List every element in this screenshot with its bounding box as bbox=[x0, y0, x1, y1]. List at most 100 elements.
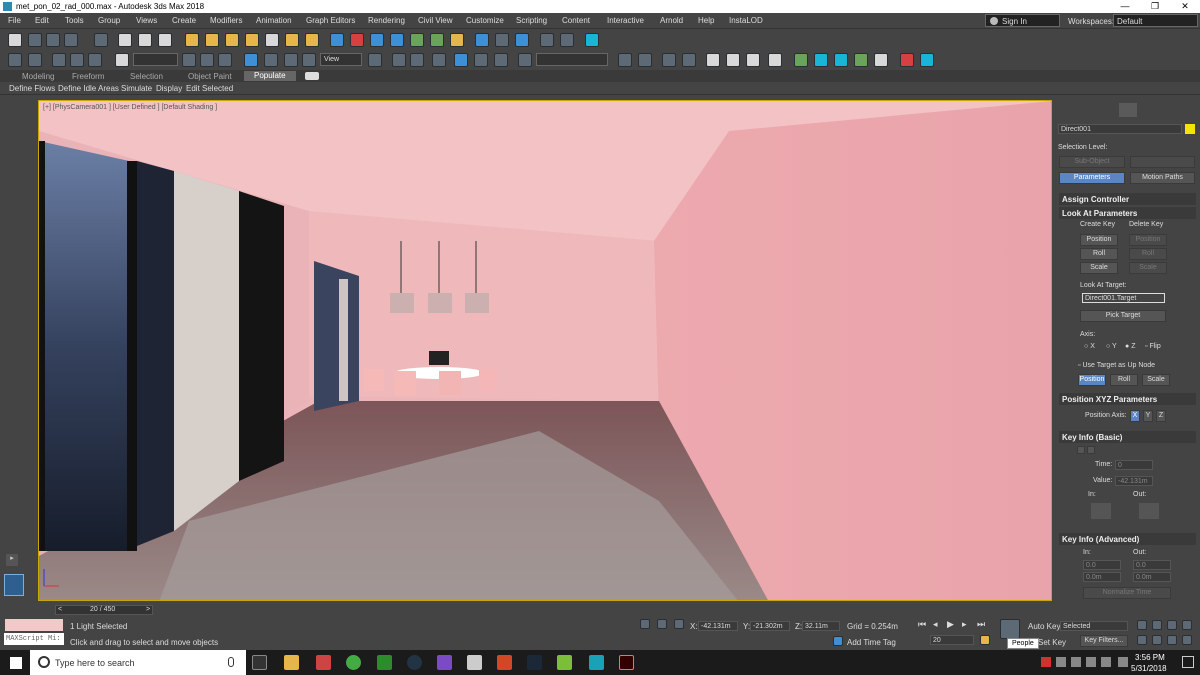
tray-icon-1[interactable] bbox=[1041, 657, 1051, 667]
render-setup-icon[interactable] bbox=[495, 33, 509, 47]
network-icon[interactable] bbox=[1101, 657, 1111, 667]
material-editor-icon[interactable] bbox=[768, 53, 782, 67]
edit-selected-button[interactable]: Edit Selected bbox=[186, 84, 233, 93]
delete-roll-key-button[interactable]: Roll bbox=[1129, 248, 1167, 260]
toggle-scene-explorer-icon[interactable] bbox=[662, 53, 676, 67]
3dsmax-icon[interactable] bbox=[589, 655, 604, 670]
zoom-icon[interactable] bbox=[1137, 620, 1147, 630]
object-color-swatch[interactable] bbox=[1185, 124, 1195, 134]
tab-object-paint[interactable]: Object Paint bbox=[188, 72, 232, 81]
render-production-icon[interactable] bbox=[834, 53, 848, 67]
menu-create[interactable]: Create bbox=[172, 16, 196, 25]
toggle-ribbon-icon[interactable] bbox=[706, 53, 720, 67]
menu-content[interactable]: Content bbox=[562, 16, 590, 25]
position-axis-y-button[interactable]: Y bbox=[1143, 410, 1153, 422]
roll-icon[interactable] bbox=[1167, 635, 1177, 645]
select-link-icon[interactable] bbox=[52, 53, 66, 67]
create-roll-key-button[interactable]: Roll bbox=[1080, 248, 1118, 260]
scale-icon[interactable] bbox=[284, 53, 298, 67]
render-cloud-icon[interactable] bbox=[854, 53, 868, 67]
render-iterative-icon[interactable] bbox=[874, 53, 888, 67]
camera-icon[interactable] bbox=[370, 33, 384, 47]
named-selection-dropdown[interactable] bbox=[536, 53, 608, 66]
foliage-icon[interactable] bbox=[410, 33, 424, 47]
time-field[interactable]: 0 bbox=[1115, 460, 1153, 470]
key-info-basic-rollout[interactable]: Key Info (Basic) bbox=[1059, 431, 1196, 443]
y-coord-field[interactable]: -21.302m bbox=[750, 621, 790, 631]
gamepad-icon[interactable] bbox=[557, 655, 572, 670]
menu-modifiers[interactable]: Modifiers bbox=[210, 16, 242, 25]
goto-start-icon[interactable]: ⏮ bbox=[918, 619, 926, 630]
store-icon[interactable] bbox=[316, 655, 331, 670]
look-at-target-field[interactable]: Direct001.Target bbox=[1082, 293, 1165, 303]
obs-icon[interactable] bbox=[407, 655, 422, 670]
sub-object-dropdown[interactable] bbox=[1130, 156, 1195, 168]
toggle-layer-explorer-icon[interactable] bbox=[682, 53, 696, 67]
rotate-icon[interactable] bbox=[264, 53, 278, 67]
curve-icon[interactable] bbox=[138, 33, 152, 47]
maxscript-mini[interactable]: MAXScript Mi: bbox=[4, 633, 64, 645]
minimize-button[interactable]: — bbox=[1110, 0, 1140, 13]
time-slider[interactable]: < 20 / 450 > bbox=[55, 605, 153, 615]
z-coord-field[interactable]: 32.11m bbox=[802, 621, 840, 631]
walkthrough-icon[interactable] bbox=[1152, 635, 1162, 645]
up-node-scale-button[interactable]: Scale bbox=[1142, 374, 1170, 386]
keyboard-icon[interactable] bbox=[1118, 657, 1128, 667]
curve-editor-icon[interactable] bbox=[726, 53, 740, 67]
parameters-tab[interactable]: Parameters bbox=[1059, 172, 1125, 184]
workspace-dropdown[interactable]: Default bbox=[1113, 14, 1198, 27]
adv-out-field[interactable]: 0.0 bbox=[1133, 560, 1171, 570]
menu-scripting[interactable]: Scripting bbox=[516, 16, 547, 25]
hierarchy-tab-icon[interactable] bbox=[1099, 103, 1117, 117]
modify-tab-icon[interactable] bbox=[1079, 103, 1097, 117]
ribbon-options-icon[interactable] bbox=[305, 72, 319, 80]
task-view-icon[interactable] bbox=[252, 655, 267, 670]
motion-paths-tab[interactable]: Motion Paths bbox=[1130, 172, 1195, 184]
select-manipulate-icon[interactable] bbox=[392, 53, 406, 67]
sub-object-button[interactable]: Sub-Object bbox=[1059, 156, 1125, 168]
axis-z-radio[interactable]: ● Z bbox=[1125, 343, 1135, 350]
arnold-icon[interactable] bbox=[900, 53, 914, 67]
play-icon[interactable]: ▸ bbox=[6, 554, 18, 566]
menu-interactive[interactable]: Interactive bbox=[607, 16, 644, 25]
absolute-mode-icon[interactable] bbox=[674, 619, 684, 629]
tree-icon[interactable] bbox=[430, 33, 444, 47]
normalize-time-button[interactable]: Normalize Time bbox=[1083, 587, 1171, 599]
prev-key-icon[interactable] bbox=[1077, 446, 1085, 454]
placement-icon[interactable] bbox=[302, 53, 316, 67]
lock-icon[interactable] bbox=[657, 619, 667, 629]
clock-time[interactable]: 3:56 PM bbox=[1135, 653, 1165, 662]
play-button-icon[interactable]: ▶ bbox=[947, 619, 954, 630]
viewport[interactable]: [+] [PhysCamera001 ] [User Defined ] [De… bbox=[38, 100, 1052, 601]
graph-icon[interactable] bbox=[118, 33, 132, 47]
biped-icon[interactable] bbox=[450, 33, 464, 47]
close-button[interactable]: ✕ bbox=[1170, 0, 1200, 13]
menu-customize[interactable]: Customize bbox=[466, 16, 504, 25]
link-icon[interactable] bbox=[94, 33, 108, 47]
menu-tools[interactable]: Tools bbox=[65, 16, 84, 25]
file-explorer-icon[interactable] bbox=[284, 655, 299, 670]
microphone-icon[interactable] bbox=[228, 657, 234, 667]
cylinder-icon[interactable] bbox=[225, 33, 239, 47]
delete-scale-key-button[interactable]: Scale bbox=[1129, 262, 1167, 274]
viewport-label[interactable]: [+] [PhysCamera001 ] [User Defined ] [De… bbox=[43, 104, 217, 111]
assign-controller-rollout[interactable]: Assign Controller bbox=[1059, 193, 1196, 205]
use-target-checkbox[interactable]: ▫ Use Target as Up Node bbox=[1078, 362, 1155, 369]
undo-icon[interactable] bbox=[8, 53, 22, 67]
key-selection-dropdown[interactable]: Selected bbox=[1060, 621, 1128, 631]
menu-instalod[interactable]: InstaLOD bbox=[729, 16, 763, 25]
tab-selection[interactable]: Selection bbox=[130, 72, 163, 81]
grid-icon[interactable] bbox=[64, 33, 78, 47]
material-icon[interactable] bbox=[475, 33, 489, 47]
instalod-2-icon[interactable] bbox=[920, 53, 934, 67]
x-coord-field[interactable]: -42.131m bbox=[698, 621, 738, 631]
motion-tab-icon[interactable] bbox=[1119, 103, 1137, 117]
volume-icon[interactable] bbox=[1086, 657, 1096, 667]
select-object-icon[interactable] bbox=[182, 53, 196, 67]
render-icon[interactable] bbox=[515, 33, 529, 47]
chrome-icon[interactable] bbox=[346, 655, 361, 670]
cone-icon[interactable] bbox=[265, 33, 279, 47]
pivot-icon[interactable] bbox=[368, 53, 382, 67]
named-selection-icon[interactable] bbox=[518, 53, 532, 67]
helper-icon[interactable] bbox=[390, 33, 404, 47]
